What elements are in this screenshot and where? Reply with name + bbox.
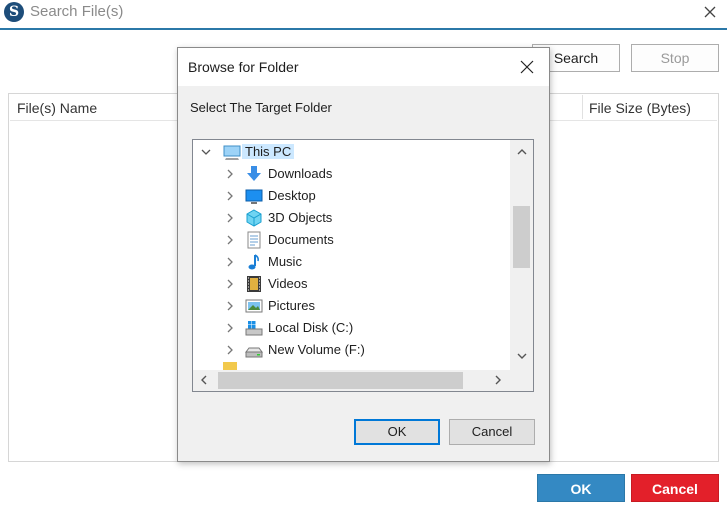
- videos-icon: [247, 276, 261, 292]
- tree-item-local-disk-c[interactable]: Local Disk (C:): [193, 317, 509, 339]
- close-icon[interactable]: [700, 2, 720, 22]
- tree-item-documents[interactable]: Documents: [193, 229, 509, 251]
- windows-drive-icon: [245, 321, 263, 336]
- window-title: Search File(s): [30, 3, 124, 20]
- dialog-cancel-button[interactable]: Cancel: [449, 419, 535, 445]
- scroll-up-icon[interactable]: [516, 146, 528, 158]
- tree-item-3d-objects[interactable]: 3D Objects: [193, 207, 509, 229]
- vertical-scrollbar[interactable]: [510, 140, 533, 370]
- chevron-right-icon[interactable]: [224, 256, 236, 268]
- documents-icon: [247, 231, 261, 249]
- tree-item-label: This PC: [242, 144, 295, 159]
- dialog-titlebar: Browse for Folder: [178, 48, 549, 86]
- tree-item-music[interactable]: Music: [193, 251, 509, 273]
- chevron-right-icon[interactable]: [224, 278, 236, 290]
- tree-item-this-pc[interactable]: This PC: [193, 141, 509, 163]
- tree-item-label: Downloads: [268, 166, 333, 181]
- scroll-left-icon[interactable]: [198, 374, 210, 386]
- chevron-right-icon[interactable]: [224, 212, 236, 224]
- chevron-down-icon[interactable]: [200, 146, 212, 158]
- stop-button[interactable]: Stop: [631, 44, 719, 72]
- horizontal-scrollbar[interactable]: [193, 370, 510, 391]
- vertical-scrollbar-thumb[interactable]: [513, 206, 530, 268]
- chevron-right-icon[interactable]: [224, 322, 236, 334]
- horizontal-scrollbar-thumb[interactable]: [218, 372, 463, 389]
- music-icon: [248, 254, 259, 270]
- app-logo-icon: S: [4, 2, 24, 22]
- dialog-ok-button[interactable]: OK: [354, 419, 440, 445]
- tree-item-label: Documents: [268, 232, 334, 247]
- tree-item-label: Pictures: [268, 298, 315, 313]
- chevron-right-icon[interactable]: [224, 344, 236, 356]
- scrollbar-corner: [510, 370, 533, 391]
- tree-item-label: Music: [268, 254, 302, 269]
- downloads-icon: [247, 166, 261, 181]
- scroll-down-icon[interactable]: [516, 350, 528, 362]
- chevron-right-icon[interactable]: [224, 234, 236, 246]
- drive-icon: [245, 347, 263, 358]
- tree-item-label: Videos: [268, 276, 308, 291]
- tree-item-downloads[interactable]: Downloads: [193, 163, 509, 185]
- dialog-title: Browse for Folder: [188, 59, 299, 75]
- chevron-right-icon[interactable]: [224, 190, 236, 202]
- tree-item-new-volume-f[interactable]: New Volume (F:): [193, 339, 509, 361]
- pictures-icon: [245, 299, 263, 313]
- tree-item-label: 3D Objects: [268, 210, 333, 225]
- browse-folder-dialog: Browse for Folder Select The Target Fold…: [177, 47, 550, 462]
- tree-item-desktop[interactable]: Desktop: [193, 185, 509, 207]
- close-icon[interactable]: [518, 58, 536, 76]
- column-divider[interactable]: [582, 95, 583, 119]
- chevron-right-icon[interactable]: [224, 300, 236, 312]
- tree-item-pictures[interactable]: Pictures: [193, 295, 509, 317]
- window-titlebar: S Search File(s): [0, 0, 727, 30]
- tree-item-label: Local Disk (C:): [268, 320, 354, 335]
- folder-tree[interactable]: This PC Downloads Desktop 3D Objects Doc…: [192, 139, 534, 392]
- column-header-file-size[interactable]: File Size (Bytes): [589, 100, 691, 116]
- cancel-button[interactable]: Cancel: [631, 474, 719, 502]
- chevron-right-icon[interactable]: [224, 168, 236, 180]
- computer-icon: [223, 145, 241, 160]
- folder-icon: [223, 362, 237, 370]
- ok-button[interactable]: OK: [537, 474, 625, 502]
- column-header-file-name[interactable]: File(s) Name: [17, 100, 97, 116]
- 3d-objects-icon: [246, 209, 262, 227]
- tree-item-label: New Volume (F:): [268, 342, 365, 357]
- tree-item-videos[interactable]: Videos: [193, 273, 509, 295]
- desktop-icon: [245, 189, 263, 204]
- dialog-prompt: Select The Target Folder: [190, 100, 332, 115]
- tree-item-label: Desktop: [268, 188, 316, 203]
- scroll-right-icon[interactable]: [492, 374, 504, 386]
